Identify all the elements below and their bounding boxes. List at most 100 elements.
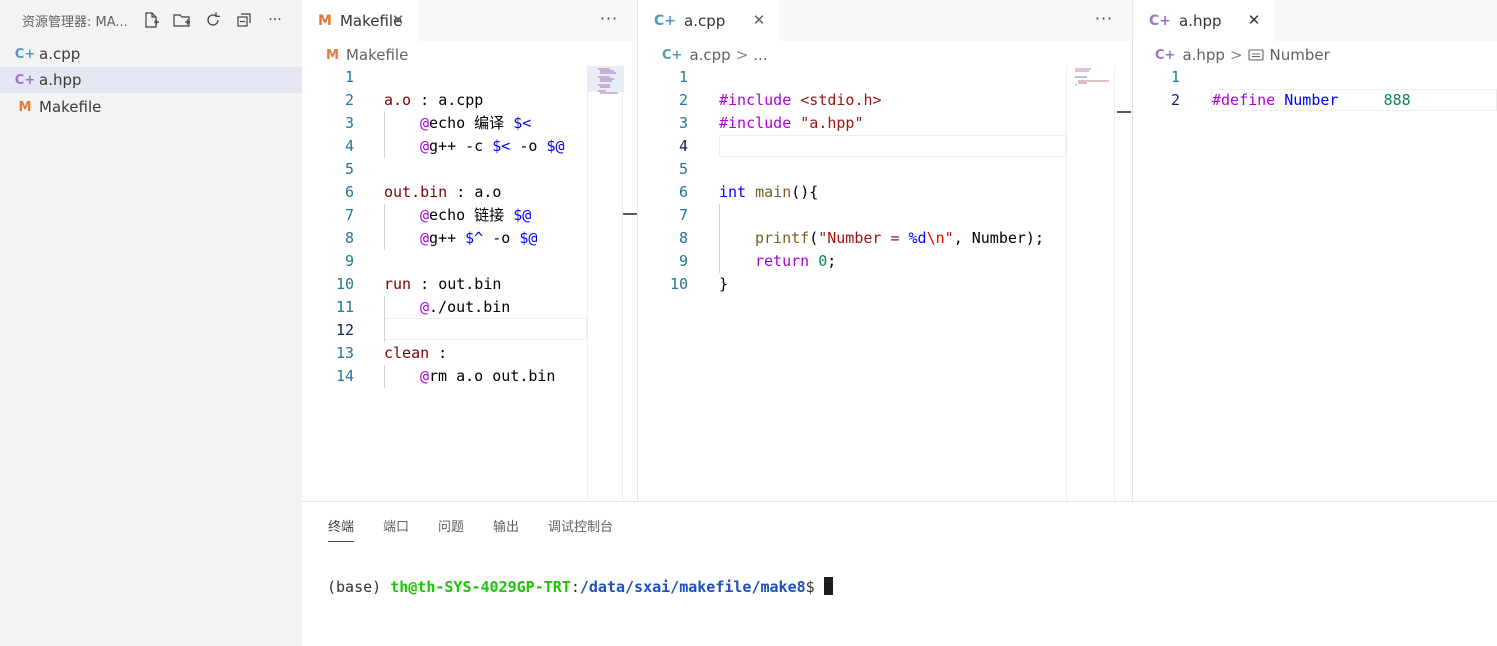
tab-bar: M Makefile ✕ ··· [302, 0, 637, 41]
breadcrumb-separator: > [1229, 46, 1243, 64]
terminal-colon: : [570, 578, 580, 596]
indent-guide [384, 112, 385, 158]
hpp-file-icon: C+ [1155, 47, 1176, 63]
breadcrumb-file[interactable]: Makefile [346, 46, 408, 64]
line-number: 4 [344, 137, 354, 155]
indent-guide [719, 204, 720, 273]
code-text: @ [420, 367, 430, 385]
terminal-output[interactable]: (base) th@th-SYS-4029GP-TRT:/data/sxai/m… [327, 577, 833, 597]
vertical-scrollbar[interactable] [622, 66, 637, 501]
collapse-all-icon[interactable] [233, 9, 255, 31]
file-item-makefile[interactable]: M Makefile [0, 94, 302, 120]
breadcrumb-file[interactable]: a.cpp [689, 46, 730, 64]
new-file-icon[interactable] [140, 9, 162, 31]
line-number: 2 [1170, 91, 1180, 109]
code-text: return [755, 252, 810, 270]
code-text: #include [719, 91, 801, 109]
code-text: ( [809, 229, 819, 247]
make-variable: $@ [546, 137, 565, 155]
more-actions-icon[interactable]: ··· [597, 9, 621, 31]
vertical-scrollbar[interactable] [1114, 66, 1132, 501]
code-text: -o [483, 229, 520, 247]
code-text: @ [420, 229, 430, 247]
explorer-sidebar: 资源管理器: MA... ··· C+ a.cpp C+ a.hpp M Mak… [0, 0, 302, 646]
code-text: Number [1284, 91, 1339, 109]
line-number: 9 [344, 252, 354, 270]
code-text: \n [926, 229, 945, 247]
code-text: "Number = [818, 229, 909, 247]
file-item-label: a.cpp [39, 45, 81, 63]
hpp-file-icon: C+ [1149, 12, 1172, 29]
line-number: 10 [335, 275, 354, 293]
terminal-cursor [823, 577, 833, 595]
close-icon[interactable]: ✕ [388, 10, 408, 30]
terminal-prompt: $ [805, 578, 824, 596]
editor-group-a-cpp: C+ a.cpp ✕ ··· C+ a.cpp > ... 1 2 #includ… [638, 0, 1132, 501]
code-text: #define [1212, 91, 1285, 109]
makefile-icon: M [326, 47, 339, 63]
close-icon[interactable]: ✕ [1244, 10, 1264, 30]
line-number: 6 [344, 183, 354, 201]
tab-label: a.hpp [1179, 11, 1222, 30]
line-number: 3 [344, 114, 354, 132]
minimap[interactable] [1066, 66, 1114, 501]
tab-terminal[interactable]: 终端 [328, 516, 355, 542]
line-number: 3 [678, 114, 688, 132]
explorer-header: 资源管理器: MA... ··· [0, 0, 302, 40]
terminal-env: (base) [327, 578, 391, 596]
code-text: out.bin [438, 275, 502, 293]
indent-guide [384, 204, 385, 250]
code-text: @ [420, 137, 430, 155]
symbol-constant-icon [1247, 48, 1264, 62]
code-text: (){ [791, 183, 819, 201]
code-text: " [944, 229, 954, 247]
code-text: int [719, 183, 747, 201]
tab-ports[interactable]: 端口 [383, 516, 409, 542]
bottom-panel: 终端 端口 问题 输出 调试控制台 (base) th@th-SYS-4029G… [302, 501, 1497, 646]
line-number: 2 [344, 91, 354, 109]
close-icon[interactable]: ✕ [749, 10, 769, 30]
scrollbar-cursor-marker [1117, 111, 1131, 113]
more-actions-icon[interactable]: ··· [1092, 9, 1116, 31]
tab-output[interactable]: 输出 [493, 516, 519, 542]
line-number: 1 [678, 68, 688, 86]
code-text: rm a.o out.bin [429, 367, 556, 385]
code-text: 888 [1383, 91, 1411, 109]
current-line-highlight [384, 318, 587, 340]
minimap[interactable] [587, 66, 624, 501]
breadcrumb-file[interactable]: a.hpp [1182, 46, 1225, 64]
tab-makefile[interactable]: M Makefile ✕ [302, 0, 418, 41]
file-item-label: a.hpp [39, 71, 82, 89]
tab-a-cpp[interactable]: C+ a.cpp ✕ [638, 0, 779, 41]
cpp-file-icon: C+ [662, 47, 683, 63]
line-number: 8 [678, 229, 688, 247]
tab-bar: C+ a.cpp ✕ ··· [638, 0, 1132, 41]
new-folder-icon[interactable] [171, 9, 193, 31]
breadcrumb-symbol[interactable]: Number [1270, 46, 1330, 64]
make-target: run [384, 275, 412, 293]
breadcrumb: C+ a.hpp > Number [1155, 44, 1330, 66]
code-text: printf [755, 229, 810, 247]
file-item-a-cpp[interactable]: C+ a.cpp [0, 41, 302, 67]
code-text: #include [719, 114, 801, 132]
cpp-file-icon: C+ [14, 46, 36, 62]
line-number: 1 [1170, 68, 1180, 86]
code-text: @ [420, 206, 430, 224]
refresh-icon[interactable] [202, 9, 224, 31]
more-icon[interactable]: ··· [264, 9, 286, 31]
tab-a-hpp[interactable]: C+ a.hpp ✕ [1133, 0, 1274, 41]
make-variable: $^ [465, 229, 484, 247]
breadcrumb-symbol[interactable]: ... [753, 46, 767, 64]
line-number: 4 [678, 137, 688, 155]
breadcrumb: M Makefile [326, 44, 408, 66]
file-item-a-hpp[interactable]: C+ a.hpp [0, 67, 302, 93]
hpp-file-icon: C+ [14, 72, 36, 88]
tab-problems[interactable]: 问题 [438, 516, 464, 542]
code-text: a.o [474, 183, 502, 201]
line-number: 5 [678, 160, 688, 178]
code-text: echo 编译 [429, 114, 514, 132]
tab-debug-console[interactable]: 调试控制台 [548, 516, 613, 542]
